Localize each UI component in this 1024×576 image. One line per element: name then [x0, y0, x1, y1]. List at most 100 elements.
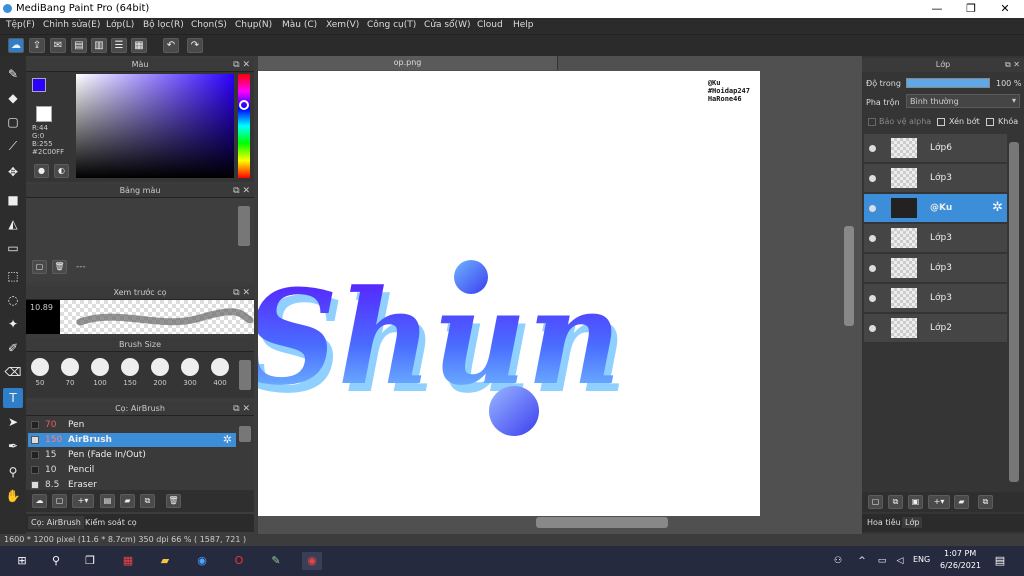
tab-brush-control[interactable]: Kiểm soát cọ — [82, 516, 140, 529]
gear-icon[interactable]: ✲ — [223, 433, 232, 446]
document-tab[interactable]: op.png — [258, 56, 558, 70]
layer-row[interactable]: Lớp3 — [864, 164, 1007, 193]
palette-scrollbar[interactable] — [238, 206, 250, 246]
select-rect-tool-icon[interactable]: ⬚ — [3, 266, 23, 286]
redo-icon[interactable]: ↷ — [187, 38, 203, 53]
brush-size-scrollbar[interactable] — [239, 360, 251, 390]
cloud-brush-icon[interactable]: ☁ — [32, 494, 47, 508]
brush-checkbox[interactable] — [31, 421, 39, 429]
layers-scrollbar[interactable] — [1009, 142, 1019, 482]
comment-icon[interactable]: ✉ — [50, 38, 66, 53]
grid-icon[interactable]: ▦ — [131, 38, 147, 53]
add-layer-menu-icon[interactable]: +▾ — [928, 495, 950, 509]
folder-icon[interactable]: ▰ — [954, 495, 969, 509]
menu-window[interactable]: Cửa sổ(W) — [424, 20, 470, 30]
folder-icon[interactable]: ▰ — [120, 494, 135, 508]
size-150-button[interactable] — [121, 358, 139, 376]
windows-start-icon[interactable]: ⊞ — [12, 552, 32, 570]
menu-tools[interactable]: Công cụ(T) — [367, 20, 416, 30]
layer-row[interactable]: Lớp3 — [864, 254, 1007, 283]
blend-select[interactable]: Bình thường ▾ — [906, 94, 1020, 108]
operation-tool-icon[interactable]: ➤ — [3, 412, 23, 432]
menu-filter[interactable]: Bộ lọc(R) — [143, 20, 184, 30]
share-icon[interactable]: ⇪ — [29, 38, 45, 53]
menu-cloud[interactable]: Cloud — [477, 20, 503, 30]
layer-row[interactable]: Lớp2 — [864, 314, 1007, 343]
document-icon[interactable]: ▥ — [91, 38, 107, 53]
chevron-up-icon[interactable]: ^ — [852, 552, 872, 570]
clipping-checkbox[interactable] — [937, 118, 945, 126]
layer-row[interactable]: Lớp6 — [864, 134, 1007, 163]
lock-checkbox[interactable] — [986, 118, 994, 126]
move-tool-icon[interactable]: ✥ — [3, 162, 23, 182]
brush-list-scrollbar[interactable] — [239, 426, 251, 442]
size-70-button[interactable] — [61, 358, 79, 376]
panel-close-icon[interactable]: ⧉ ✕ — [233, 402, 250, 416]
text-tool-icon[interactable]: T — [3, 388, 23, 408]
eyedropper-tool-icon[interactable]: ⚲ — [3, 462, 23, 482]
gear-icon[interactable]: ✲ — [992, 200, 1003, 215]
eye-icon[interactable] — [869, 325, 876, 332]
hue-handle[interactable] — [239, 100, 249, 110]
primary-color-swatch[interactable] — [32, 78, 46, 92]
opacity-slider[interactable] — [906, 78, 990, 88]
fill-rect-tool-icon[interactable]: ■ — [3, 190, 23, 210]
notification-icon[interactable]: ▤ — [990, 552, 1010, 570]
color-add-icon[interactable]: ● — [34, 164, 49, 178]
maximize-button[interactable]: ❐ — [954, 0, 988, 18]
eye-icon[interactable] — [869, 295, 876, 302]
eye-icon[interactable] — [869, 205, 876, 212]
palette-delete-icon[interactable]: 🗑 — [52, 260, 67, 274]
color-swap-icon[interactable]: ◐ — [54, 164, 69, 178]
brush-item-pen-fade[interactable]: 15 Pen (Fade In/Out) — [28, 448, 236, 462]
layer-row[interactable]: Lớp3 — [864, 284, 1007, 313]
panel-close-icon[interactable]: ⧉ ✕ — [233, 184, 250, 198]
new-brush-icon[interactable]: ▢ — [52, 494, 67, 508]
trash-icon[interactable]: 🗑 — [166, 494, 181, 508]
secondary-color-swatch[interactable] — [36, 106, 52, 122]
layer-row-selected[interactable]: @Ku ✲ — [864, 194, 1007, 223]
cloud-icon[interactable]: ☁ — [8, 38, 24, 53]
canvas-paper[interactable]: @Ku #Hoidap247 HaRone46 Shun Shun — [258, 71, 760, 516]
menu-edit[interactable]: Chỉnh sửa(E) — [43, 20, 100, 30]
menu-view[interactable]: Xem(V) — [326, 20, 359, 30]
minimize-button[interactable]: — — [920, 0, 954, 18]
clock-date[interactable]: 6/26/2021 — [940, 561, 981, 570]
brush-checkbox[interactable] — [31, 451, 39, 459]
tab-navigator[interactable]: Hoa tiêu — [864, 517, 904, 528]
brush-doc-icon[interactable]: ▤ — [100, 494, 115, 508]
brush-item-eraser[interactable]: 8.5 Eraser — [28, 478, 236, 490]
size-400-button[interactable] — [211, 358, 229, 376]
canvas-hscrollbar[interactable] — [536, 517, 668, 528]
hand-tool-icon[interactable]: ✋ — [3, 486, 23, 506]
gradient-tool-icon[interactable]: ▭ — [3, 238, 23, 258]
line-tool-icon[interactable]: ⟋ — [3, 136, 23, 156]
eraser-tool-icon[interactable]: ◆ — [3, 88, 23, 108]
lasso-tool-icon[interactable]: ◌ — [3, 290, 23, 310]
duplicate-layer-icon[interactable]: ⧉ — [888, 495, 903, 509]
canvas-vscrollbar[interactable] — [844, 226, 854, 326]
clock-time[interactable]: 1:07 PM — [944, 549, 976, 558]
brush-checkbox[interactable] — [31, 481, 39, 489]
size-50-button[interactable] — [31, 358, 49, 376]
menu-layer[interactable]: Lớp(L) — [106, 20, 134, 30]
shape-tool-icon[interactable]: ▢ — [3, 112, 23, 132]
close-button[interactable]: ✕ — [988, 0, 1022, 18]
app-icon[interactable]: ▦ — [118, 552, 138, 570]
chat-icon[interactable]: ▤ — [71, 38, 87, 53]
menu-capture[interactable]: Chụp(N) — [235, 20, 272, 30]
saturation-value-picker[interactable] — [76, 74, 234, 178]
eye-icon[interactable] — [869, 265, 876, 272]
panel-close-icon[interactable]: ⧉ ✕ — [233, 286, 250, 300]
brush-item-pencil[interactable]: 10 Pencil — [28, 463, 236, 477]
volume-icon[interactable]: ◁ — [890, 552, 910, 570]
opera-icon[interactable]: O — [229, 552, 249, 570]
dropper-tool-icon[interactable]: ✒ — [3, 436, 23, 456]
undo-icon[interactable]: ↶ — [163, 38, 179, 53]
new-layer-icon[interactable]: ▢ — [868, 495, 883, 509]
palette-add-icon[interactable]: ▢ — [32, 260, 47, 274]
new-8bit-layer-icon[interactable]: ▣ — [908, 495, 923, 509]
menu-color[interactable]: Màu (C) — [282, 20, 317, 30]
hue-slider[interactable] — [238, 74, 250, 178]
list-icon[interactable]: ☰ — [111, 38, 127, 53]
